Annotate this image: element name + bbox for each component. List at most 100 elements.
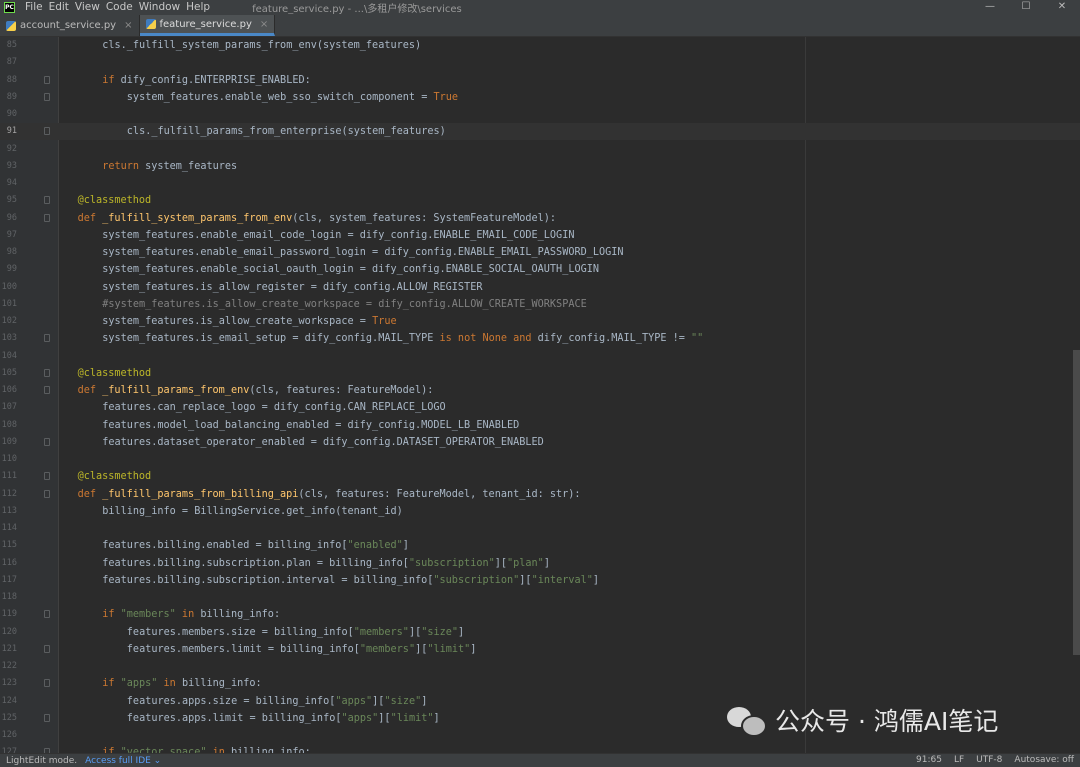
fold-marker-icon[interactable] (44, 213, 50, 222)
autosave-status[interactable]: Autosave: off (1014, 754, 1074, 767)
fold-marker-icon[interactable] (44, 472, 50, 481)
file-encoding[interactable]: UTF-8 (976, 754, 1002, 767)
code-line[interactable]: 123 if "apps" in billing_info: (0, 675, 1080, 692)
code-text: if "apps" in billing_info: (102, 675, 262, 692)
code-token: (cls, features: FeatureModel, tenant_id:… (298, 488, 581, 500)
code-line[interactable]: 114 (0, 520, 1080, 537)
code-text: system_features.enable_social_oauth_logi… (102, 261, 599, 278)
line-separator[interactable]: LF (954, 754, 964, 767)
fold-marker-icon[interactable] (44, 489, 50, 498)
code-line[interactable]: 122 (0, 658, 1080, 675)
menu-help[interactable]: Help (186, 1, 210, 13)
code-line[interactable]: 120 features.members.size = billing_info[… (0, 624, 1080, 641)
code-token: True (433, 91, 459, 103)
line-number: 112 (1, 488, 17, 499)
code-line[interactable]: 95 @classmethod (0, 192, 1080, 209)
fold-marker-icon[interactable] (44, 75, 50, 84)
fold-marker-icon[interactable] (44, 368, 50, 377)
line-number: 94 (6, 178, 17, 188)
code-line[interactable]: 103 system_features.is_email_setup = dify… (0, 330, 1080, 347)
code-line[interactable]: 102 system_features.is_allow_create_works… (0, 313, 1080, 330)
menu-edit[interactable]: Edit (49, 1, 69, 13)
code-line[interactable]: 100 system_features.is_allow_register = d… (0, 279, 1080, 296)
fold-marker-icon[interactable] (44, 92, 50, 101)
tab-feature-service[interactable]: feature_service.py × (139, 15, 276, 36)
menu-view[interactable]: View (75, 1, 100, 13)
close-tab-icon[interactable]: × (260, 19, 268, 30)
fold-marker-icon[interactable] (44, 437, 50, 446)
access-full-ide-link[interactable]: Access full IDE ⌄ (85, 756, 161, 766)
code-token: #system_features.is_allow_create_workspa… (102, 298, 587, 310)
fold-marker-icon[interactable] (44, 644, 50, 653)
vertical-scrollbar[interactable] (1073, 350, 1080, 655)
fold-marker-icon[interactable] (44, 196, 50, 205)
line-number: 89 (6, 91, 17, 102)
line-number: 92 (6, 143, 17, 154)
fold-marker-icon[interactable] (44, 127, 50, 136)
code-line[interactable]: 112 def _fulfill_params_from_billing_api(… (0, 486, 1080, 503)
fold-marker-icon[interactable] (44, 334, 50, 343)
code-line[interactable]: 117 features.billing.subscription.interva… (0, 572, 1080, 589)
code-token: is not None and (439, 333, 538, 345)
code-line[interactable]: 119 if "members" in billing_info: (0, 606, 1080, 623)
code-text: features.model_load_balancing_enabled = … (102, 417, 519, 434)
minimize-button[interactable]: — (972, 0, 1008, 14)
code-line[interactable]: 116 features.billing.subscription.plan = … (0, 555, 1080, 572)
code-line[interactable]: 85 cls._fulfill_system_params_from_env(sy… (0, 37, 1080, 54)
line-number: 85 (6, 40, 17, 50)
code-line[interactable]: 88 if dify_config.ENTERPRISE_ENABLED: (0, 72, 1080, 89)
code-line[interactable]: 98 system_features.enable_email_password_… (0, 244, 1080, 261)
code-token: ] (402, 540, 409, 552)
fold-marker-icon[interactable] (44, 610, 50, 619)
code-line[interactable]: 111 @classmethod (0, 468, 1080, 485)
code-line[interactable]: 118 (0, 589, 1080, 606)
code-line[interactable]: 99 system_features.enable_social_oauth_lo… (0, 261, 1080, 278)
code-line[interactable]: 108 features.model_load_balancing_enabled… (0, 417, 1080, 434)
code-line[interactable]: 101 #system_features.is_allow_create_work… (0, 296, 1080, 313)
code-line[interactable]: 94 (0, 175, 1080, 192)
code-line[interactable]: 121 features.members.limit = billing_info… (0, 641, 1080, 658)
code-line[interactable]: 105 @classmethod (0, 365, 1080, 382)
code-line[interactable]: 110 (0, 451, 1080, 468)
code-line[interactable]: 106 def _fulfill_params_from_env(cls, fea… (0, 382, 1080, 399)
code-line[interactable]: 92 (0, 141, 1080, 158)
caret-position[interactable]: 91:65 (916, 754, 942, 767)
menu-code[interactable]: Code (106, 1, 133, 13)
menu-window[interactable]: Window (139, 1, 180, 13)
title-bar: PC File Edit View Code Window Help featu… (0, 0, 1080, 15)
code-line[interactable]: 127 if "vector_space" in billing_info: (0, 744, 1080, 753)
code-token: True (372, 316, 397, 327)
fold-marker-icon[interactable] (44, 713, 50, 722)
code-token: if (102, 74, 121, 86)
code-editor[interactable]: 85 cls._fulfill_system_params_from_env(sy… (0, 37, 1080, 753)
menu-file[interactable]: File (25, 1, 43, 13)
code-line[interactable]: 109 features.dataset_operator_enabled = d… (0, 434, 1080, 451)
close-window-button[interactable]: ✕ (1044, 0, 1080, 14)
code-token: ] (458, 626, 465, 638)
code-token: features.members.size = billing_info[ (126, 626, 354, 638)
close-tab-icon[interactable]: × (124, 20, 132, 31)
code-line[interactable]: 89 system_features.enable_web_sso_switch_… (0, 89, 1080, 106)
code-line[interactable]: 96 def _fulfill_system_params_from_env(cl… (0, 210, 1080, 227)
code-token: features.billing.subscription.plan = bil… (102, 557, 409, 569)
code-line[interactable]: 113 billing_info = BillingService.get_inf… (0, 503, 1080, 520)
fold-marker-icon[interactable] (44, 679, 50, 688)
fold-marker-icon[interactable] (44, 386, 50, 394)
code-line[interactable]: 107 features.can_replace_logo = dify_conf… (0, 399, 1080, 416)
maximize-button[interactable]: ☐ (1008, 0, 1044, 14)
line-number: 104 (1, 350, 17, 361)
code-line[interactable]: 91 cls._fulfill_params_from_enterprise(sy… (0, 123, 1080, 141)
tab-account-service[interactable]: account_service.py × (0, 15, 140, 36)
code-token: "members" (353, 626, 409, 638)
code-line[interactable]: 115 features.billing.enabled = billing_in… (0, 537, 1080, 554)
line-number: 121 (1, 643, 17, 654)
python-file-icon (6, 20, 16, 31)
code-line[interactable]: 97 system_features.enable_email_code_logi… (0, 227, 1080, 244)
code-line[interactable]: 90 (0, 106, 1080, 123)
code-token: @classmethod (77, 471, 152, 483)
line-number: 113 (1, 505, 17, 516)
code-line[interactable]: 104 (0, 348, 1080, 365)
code-line[interactable]: 87 (0, 54, 1080, 71)
line-number: 106 (1, 385, 17, 395)
code-line[interactable]: 93 return system_features (0, 158, 1080, 175)
